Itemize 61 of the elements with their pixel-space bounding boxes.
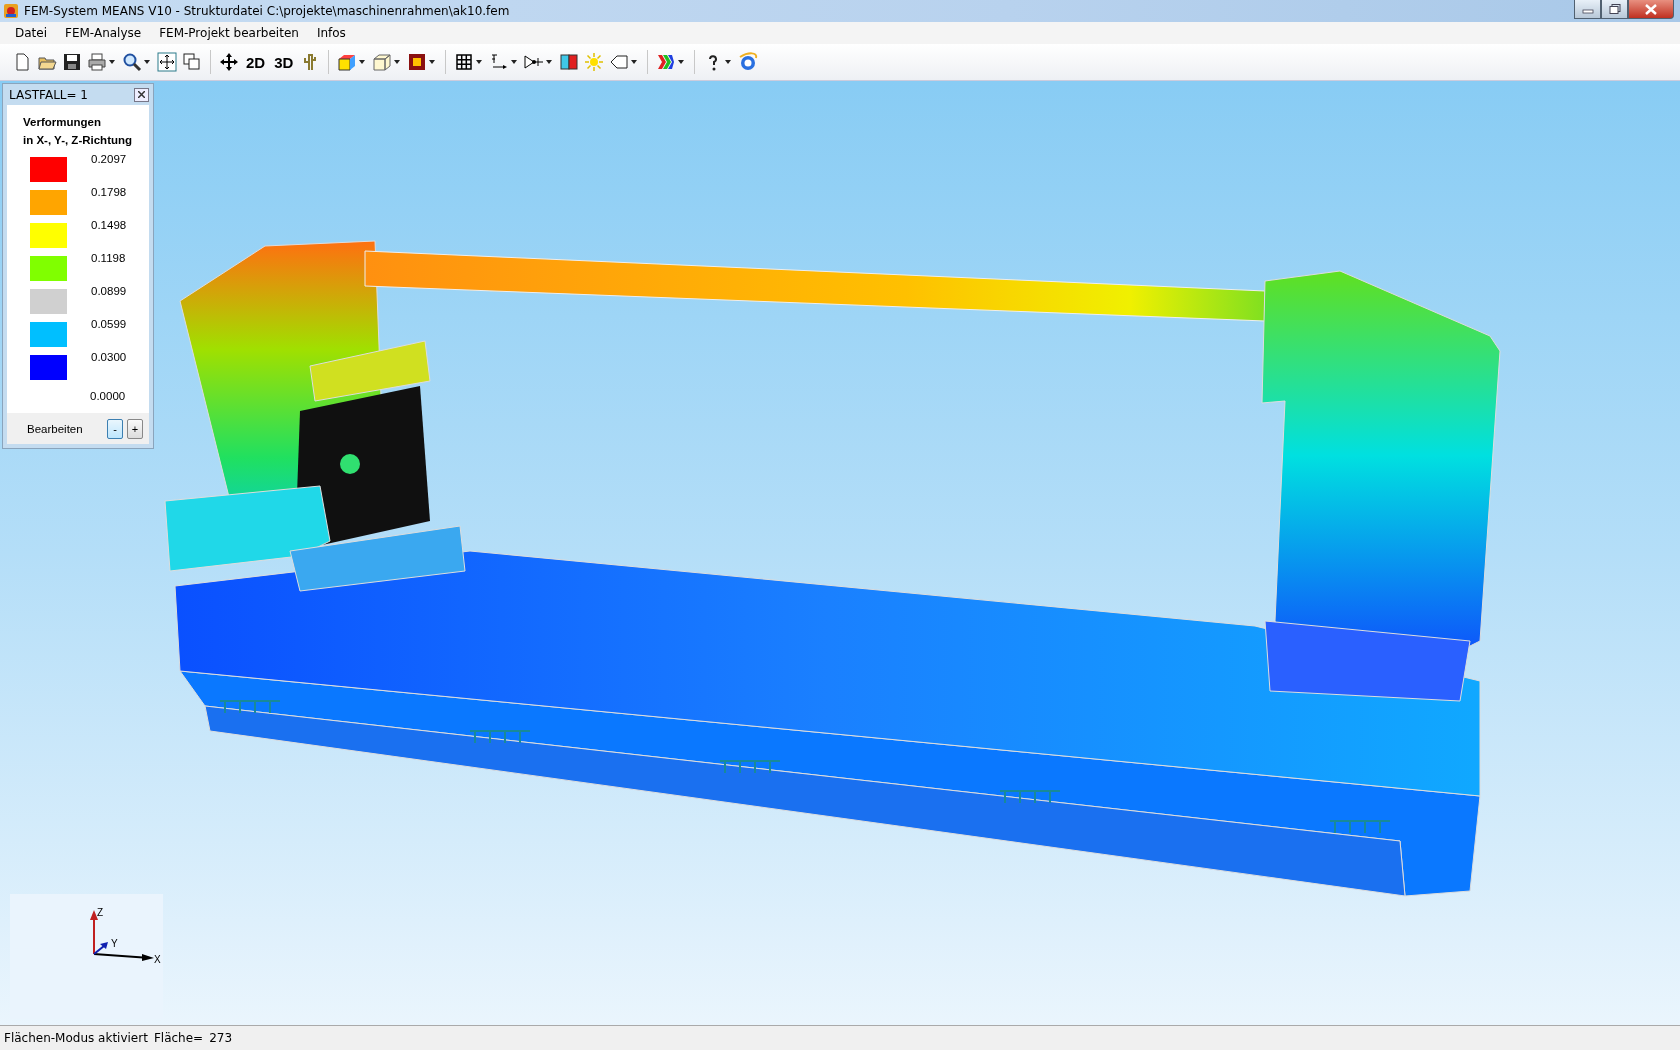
load-case-label: LASTFALL= 1 (9, 87, 88, 102)
menu-item[interactable]: FEM-Projekt bearbeiten (150, 26, 308, 40)
search-icon[interactable] (122, 52, 142, 72)
legend-value: 0.1198 (91, 252, 126, 265)
cube-icon[interactable] (337, 52, 358, 72)
square-frame-icon[interactable] (407, 52, 428, 72)
minimize-button[interactable] (1574, 0, 1601, 19)
move-icon[interactable] (219, 52, 239, 72)
save-icon[interactable] (62, 52, 82, 72)
menu-item[interactable]: Datei (6, 26, 56, 40)
wireframe-cube-icon[interactable] (372, 52, 393, 72)
y-axis-label: Y (111, 938, 118, 949)
caret-icon[interactable] (109, 60, 115, 64)
caret-icon[interactable] (631, 60, 638, 64)
area-label: Fläche= (153, 1031, 204, 1045)
legend-value: 0.1798 (91, 186, 127, 199)
caret-icon[interactable] (476, 60, 483, 64)
menu-item[interactable]: Infos (307, 26, 355, 40)
caret-icon[interactable] (429, 60, 436, 64)
legend-subheading: in X-, Y-, Z-Richtung (23, 133, 134, 149)
status-text: Flächen-Modus aktiviert (4, 1031, 148, 1045)
app-icon (3, 3, 19, 19)
area-value: 273 (209, 1031, 233, 1045)
tag-icon[interactable] (609, 52, 630, 72)
legend-value: 0.0899 (91, 285, 127, 298)
caret-icon[interactable] (144, 60, 150, 64)
caret-icon[interactable] (359, 60, 366, 64)
caret-icon[interactable] (725, 60, 732, 64)
caret-icon[interactable] (394, 60, 401, 64)
caret-icon[interactable] (678, 60, 685, 64)
legend-value: 0.0300 (91, 351, 127, 364)
browser-icon[interactable] (738, 52, 759, 72)
legend-value: 0.0599 (91, 318, 127, 331)
printer-icon[interactable] (87, 52, 107, 72)
caret-icon[interactable] (511, 60, 518, 64)
close-icon (138, 91, 145, 99)
decrease-button[interactable]: - (107, 418, 123, 439)
fit-view-icon[interactable] (157, 52, 177, 72)
legend-value: 0.1498 (91, 219, 127, 232)
close-icon (1644, 3, 1658, 15)
window-icon[interactable] (182, 52, 202, 72)
close-button[interactable] (134, 87, 149, 102)
view-3d-button[interactable]: 3D (272, 53, 296, 71)
close-button[interactable] (1628, 0, 1674, 19)
support-icon[interactable] (524, 52, 545, 72)
view-2d-button[interactable]: 2D (244, 53, 268, 71)
edit-label: Bearbeiten (27, 422, 84, 435)
maximize-icon (1608, 4, 1621, 14)
window-title: FEM-System MEANS V10 - Strukturdatei C:\projekte\maschinenrahmen\ak10.fem (24, 4, 511, 18)
x-axis-label: X (154, 954, 161, 965)
legend-value: 0.0000 (90, 390, 126, 403)
z-axis-label: Z (97, 907, 104, 918)
menu-item[interactable]: FEM-Analyse (56, 26, 151, 40)
increase-button[interactable]: + (127, 418, 143, 439)
split-panel-icon[interactable] (559, 52, 580, 72)
color-scale-icon[interactable] (656, 52, 677, 72)
legend-value: 0.2097 (91, 153, 127, 166)
grid-icon[interactable] (454, 52, 475, 72)
maximize-button[interactable] (1601, 0, 1628, 19)
caret-icon[interactable] (546, 60, 553, 64)
legend-heading: Verformungen (23, 115, 102, 131)
